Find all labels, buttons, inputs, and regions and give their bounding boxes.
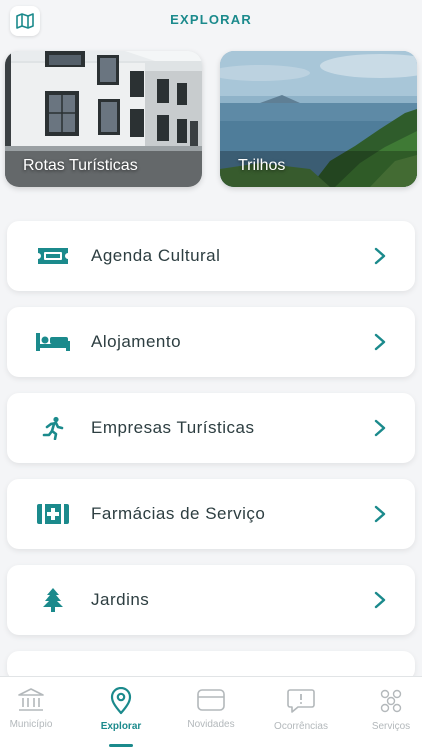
- chevron-right-icon: [374, 333, 386, 351]
- location-pin-icon: [110, 687, 132, 715]
- menu-item-label: Jardins: [91, 590, 150, 609]
- first-aid-kit-icon: [35, 502, 71, 526]
- menu-item-alojamento[interactable]: Alojamento: [7, 307, 415, 377]
- running-person-icon: [35, 416, 71, 440]
- chevron-right-icon: [374, 591, 386, 609]
- nav-label: Novidades: [187, 719, 235, 730]
- explore-cards: Rotas Turísticas Trilhos: [5, 51, 417, 187]
- bottom-nav: Município Explorar Novidades Ocorrências: [0, 676, 422, 750]
- ticket-icon: [35, 244, 71, 268]
- services-cluster-icon: [380, 689, 402, 713]
- tree-icon: [35, 588, 71, 612]
- menu-item-label: Empresas Turísticas: [91, 418, 255, 437]
- chevron-right-icon: [374, 419, 386, 437]
- news-card-icon: [197, 689, 225, 711]
- nav-ocorrencias[interactable]: Ocorrências: [259, 677, 343, 750]
- menu-item-agenda-cultural[interactable]: Agenda Cultural: [7, 221, 415, 291]
- chevron-right-icon: [374, 247, 386, 265]
- menu-item-empresas-turisticas[interactable]: Empresas Turísticas: [7, 393, 415, 463]
- page-title: EXPLORAR: [170, 12, 252, 27]
- card-rotas-turisticas[interactable]: Rotas Turísticas: [5, 51, 202, 187]
- menu-item-label: Alojamento: [91, 332, 182, 351]
- active-tab-indicator: [109, 744, 133, 747]
- nav-municipio[interactable]: Município: [0, 677, 73, 750]
- building-columns-icon: [18, 688, 44, 711]
- menu-item-label: Farmácias de Serviço: [91, 504, 266, 523]
- top-bar: EXPLORAR: [0, 0, 422, 42]
- chevron-right-icon: [374, 505, 386, 523]
- nav-explorar[interactable]: Explorar: [79, 677, 163, 750]
- menu-item-label: Agenda Cultural: [91, 246, 221, 265]
- menu-item-jardins[interactable]: Jardins: [7, 565, 415, 635]
- menu-item-farmacias-de-servico[interactable]: Farmácias de Serviço: [7, 479, 415, 549]
- nav-label: Explorar: [100, 721, 142, 732]
- bed-icon: [35, 330, 71, 354]
- nav-label: Ocorrências: [274, 721, 328, 732]
- speech-bubble-alert-icon: [287, 689, 315, 713]
- card-label: Rotas Turísticas: [23, 157, 138, 174]
- nav-label: Serviços: [371, 721, 411, 732]
- nav-label: Município: [9, 719, 53, 730]
- card-label: Trilhos: [238, 157, 286, 174]
- nav-servicos[interactable]: Serviços: [349, 677, 422, 750]
- nav-novidades[interactable]: Novidades: [169, 677, 253, 750]
- card-trilhos[interactable]: Trilhos: [220, 51, 417, 187]
